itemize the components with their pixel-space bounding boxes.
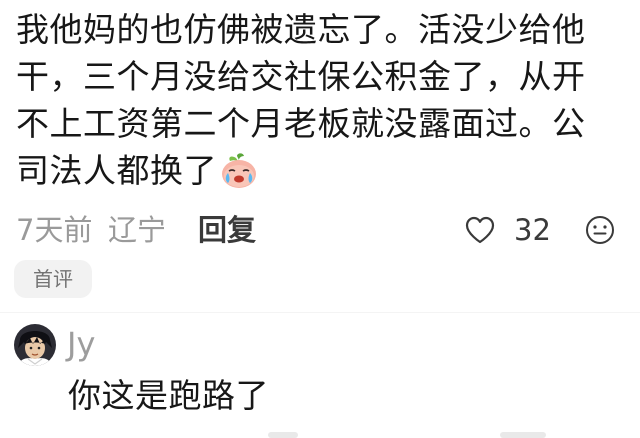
like-count: 32 <box>514 213 551 247</box>
next-row-peek-mark <box>268 432 298 438</box>
emoji-face-icon[interactable] <box>584 214 616 246</box>
avatar[interactable] <box>14 324 56 366</box>
next-row-peek-mark <box>500 432 546 438</box>
avatar-image <box>14 324 56 366</box>
divider <box>0 312 640 313</box>
comment-location: 辽宁 <box>108 213 167 247</box>
reply-username[interactable]: Jy <box>67 322 95 366</box>
reply-button[interactable]: 回复 <box>198 208 256 252</box>
crying-peach-emoji-icon <box>222 153 256 188</box>
comment-text-block: 我他妈的也仿佛被遗忘了。活没少给他干，三个月没给交社保公积金了，从开不上工资第二… <box>16 6 616 194</box>
comment-time: 7天前 <box>16 213 93 247</box>
comment-text: 我他妈的也仿佛被遗忘了。活没少给他干，三个月没给交社保公积金了，从开不上工资第二… <box>16 10 586 190</box>
first-comment-badge: 首评 <box>14 260 92 298</box>
next-row-peek <box>0 428 640 438</box>
heart-outline-icon <box>465 216 495 244</box>
comment-meta-row: 7天前 辽宁 回复 32 <box>16 208 624 252</box>
reply-text: 你这是跑路了 <box>68 376 269 415</box>
